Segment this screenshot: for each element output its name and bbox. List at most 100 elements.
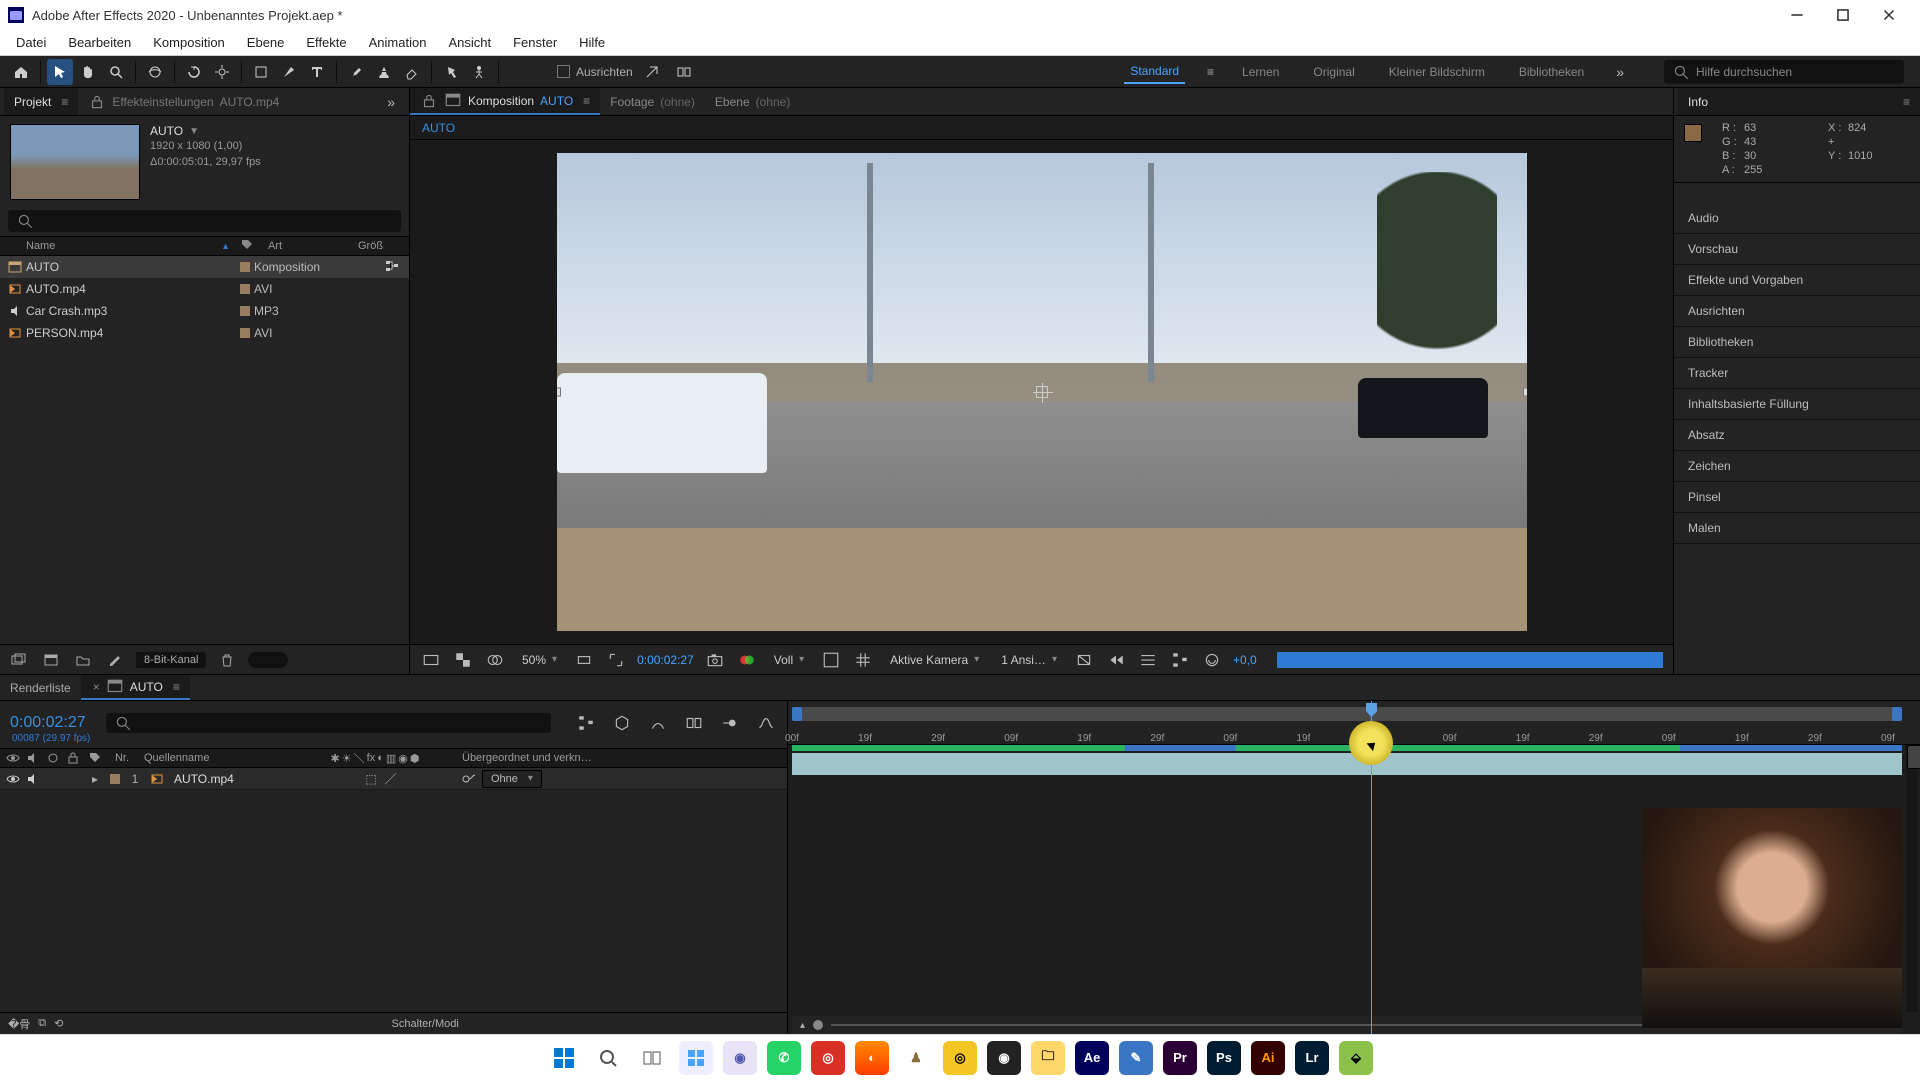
col-label-icon[interactable] — [236, 239, 258, 254]
taskbar-teams-icon[interactable]: ◉ — [723, 1041, 757, 1075]
zoom-out-icon[interactable]: ▴ — [800, 1020, 805, 1031]
selection-tool[interactable] — [47, 59, 73, 85]
tab-projekt[interactable]: Projekt ≡ — [4, 88, 78, 115]
taskbar-search-icon[interactable] — [591, 1041, 625, 1075]
snapshot-icon[interactable] — [704, 650, 726, 670]
grid-icon[interactable] — [852, 650, 874, 670]
layer-label-swatch[interactable] — [110, 774, 120, 784]
col-nr-label[interactable]: Nr. — [108, 752, 136, 764]
workspace-tab-lernen[interactable]: Lernen — [1236, 61, 1285, 83]
parent-dropdown[interactable]: Ohne▾ — [482, 770, 542, 788]
taskbar-after-effects-icon[interactable]: Ae — [1075, 1041, 1109, 1075]
eye-column-icon[interactable] — [4, 753, 22, 763]
reset-exposure-icon[interactable] — [1201, 650, 1223, 670]
menu-fenster[interactable]: Fenster — [503, 32, 567, 53]
menu-datei[interactable]: Datei — [6, 32, 56, 53]
orbit-camera-tool[interactable] — [142, 59, 168, 85]
viewer-timecode[interactable]: 0:00:02:27 — [637, 653, 694, 667]
window-maximize-button[interactable] — [1820, 0, 1866, 30]
menu-animation[interactable]: Animation — [359, 32, 437, 53]
roto-brush-tool[interactable] — [438, 59, 464, 85]
flowchart-icon[interactable] — [385, 260, 399, 275]
col-art-label[interactable]: Art — [258, 240, 348, 252]
timeline-ruler[interactable]: 00f19f29f09f 19f29f09f19f 29f09f19f29f 0… — [788, 701, 1920, 745]
taskbar-photoshop-icon[interactable]: Ps — [1207, 1041, 1241, 1075]
accordion-zeichen[interactable]: Zeichen — [1674, 451, 1920, 482]
workspace-menu-icon[interactable]: ≡ — [1207, 65, 1214, 79]
taskbar-app-4-icon[interactable]: ✎ — [1119, 1041, 1153, 1075]
puppet-tool[interactable] — [466, 59, 492, 85]
frame-blend-icon[interactable] — [683, 713, 705, 733]
tab-timeline-auto[interactable]: × AUTO ≡ — [81, 675, 190, 700]
taskbar-illustrator-icon[interactable]: Ai — [1251, 1041, 1285, 1075]
scrollbar-thumb[interactable] — [1907, 745, 1920, 769]
timeline-timecode[interactable]: 0:00:02:27 — [10, 714, 86, 732]
taskbar-obs-icon[interactable]: ◉ — [987, 1041, 1021, 1075]
col-name-label[interactable]: Name — [26, 240, 55, 252]
zoom-handle[interactable] — [813, 1020, 823, 1030]
fast-previews-icon[interactable] — [1105, 650, 1127, 670]
layer-handle-left[interactable] — [557, 388, 561, 397]
accordion-audio[interactable]: Audio — [1674, 203, 1920, 234]
type-tool[interactable] — [304, 59, 330, 85]
layer-handle-right[interactable] — [1523, 388, 1527, 397]
tab-close-icon[interactable]: × — [93, 680, 100, 694]
taskbar-firefox-icon[interactable]: ◐ — [855, 1041, 889, 1075]
clone-stamp-tool[interactable] — [371, 59, 397, 85]
accordion-absatz[interactable]: Absatz — [1674, 420, 1920, 451]
snap-collapsed-icon[interactable] — [671, 59, 697, 85]
solo-column-icon[interactable] — [44, 753, 62, 763]
accordion-tracker[interactable]: Tracker — [1674, 358, 1920, 389]
project-name-chevron-icon[interactable]: ▼ — [189, 126, 199, 137]
view-layout-dropdown[interactable]: 1 Ansi…▾ — [995, 651, 1063, 669]
taskbar-premiere-icon[interactable]: Pr — [1163, 1041, 1197, 1075]
label-column-icon[interactable] — [84, 752, 106, 764]
window-close-button[interactable] — [1866, 0, 1912, 30]
accordion-inhaltsbasierte[interactable]: Inhaltsbasierte Füllung — [1674, 389, 1920, 420]
pickwhip-icon[interactable] — [458, 773, 480, 785]
resolution-downsample-icon[interactable] — [573, 650, 595, 670]
new-comp-icon[interactable] — [40, 651, 62, 669]
draft-3d-icon[interactable] — [611, 713, 633, 733]
composition-tab-menu-icon[interactable]: ≡ — [583, 94, 590, 108]
pan-behind-tool[interactable] — [209, 59, 235, 85]
timeline-vertical-scrollbar[interactable] — [1906, 745, 1918, 1012]
menu-komposition[interactable]: Komposition — [143, 32, 235, 53]
workspace-tab-standard[interactable]: Standard — [1124, 60, 1185, 84]
composition-viewer[interactable] — [410, 140, 1673, 644]
always-preview-icon[interactable] — [420, 650, 442, 670]
layer-expand-icon[interactable]: ▸ — [84, 772, 106, 786]
layer-quality-icon[interactable]: ⬚ — [365, 772, 376, 786]
taskbar-app-3-icon[interactable]: ◎ — [943, 1041, 977, 1075]
guides-icon[interactable] — [820, 650, 842, 670]
accordion-effekte[interactable]: Effekte und Vorgaben — [1674, 265, 1920, 296]
taskbar-widgets-icon[interactable] — [679, 1041, 713, 1075]
label-swatch[interactable] — [240, 284, 250, 294]
tab-info[interactable]: Info ≡ — [1678, 88, 1920, 115]
accordion-malen[interactable]: Malen — [1674, 513, 1920, 544]
taskbar-app-2-icon[interactable]: ♟ — [899, 1041, 933, 1075]
work-area-bar[interactable] — [792, 707, 1902, 721]
zoom-dropdown[interactable]: 50%▾ — [516, 651, 563, 669]
menu-bearbeiten[interactable]: Bearbeiten — [58, 32, 141, 53]
composition-flowchart-strip[interactable]: AUTO — [410, 116, 1673, 140]
project-search-input[interactable] — [8, 210, 401, 232]
tab-layer[interactable]: Ebene (ohne) — [705, 88, 800, 115]
project-row-auto-mp4[interactable]: AUTO.mp4 AVI — [0, 278, 409, 300]
project-row-car-crash[interactable]: Car Crash.mp3 MP3 — [0, 300, 409, 322]
tab-effekteinstellungen[interactable]: Effekteinstellungen AUTO.mp4 » — [78, 88, 409, 115]
taskbar-lightroom-icon[interactable]: Lr — [1295, 1041, 1329, 1075]
workspace-tab-bibliotheken[interactable]: Bibliotheken — [1513, 61, 1590, 83]
taskbar-app-5-icon[interactable]: ⬙ — [1339, 1041, 1373, 1075]
interpret-footage-icon[interactable] — [8, 651, 30, 669]
project-row-person-mp4[interactable]: PERSON.mp4 AVI — [0, 322, 409, 344]
motion-blur-icon[interactable] — [719, 713, 741, 733]
window-minimize-button[interactable] — [1774, 0, 1820, 30]
menu-ansicht[interactable]: Ansicht — [438, 32, 501, 53]
workspace-overflow-icon[interactable]: » — [1612, 64, 1628, 80]
tab-renderliste[interactable]: Renderliste — [0, 675, 81, 700]
speaker-column-icon[interactable] — [24, 753, 42, 763]
timeline-search-input[interactable] — [106, 713, 551, 733]
menu-ebene[interactable]: Ebene — [237, 32, 295, 53]
accordion-vorschau[interactable]: Vorschau — [1674, 234, 1920, 265]
